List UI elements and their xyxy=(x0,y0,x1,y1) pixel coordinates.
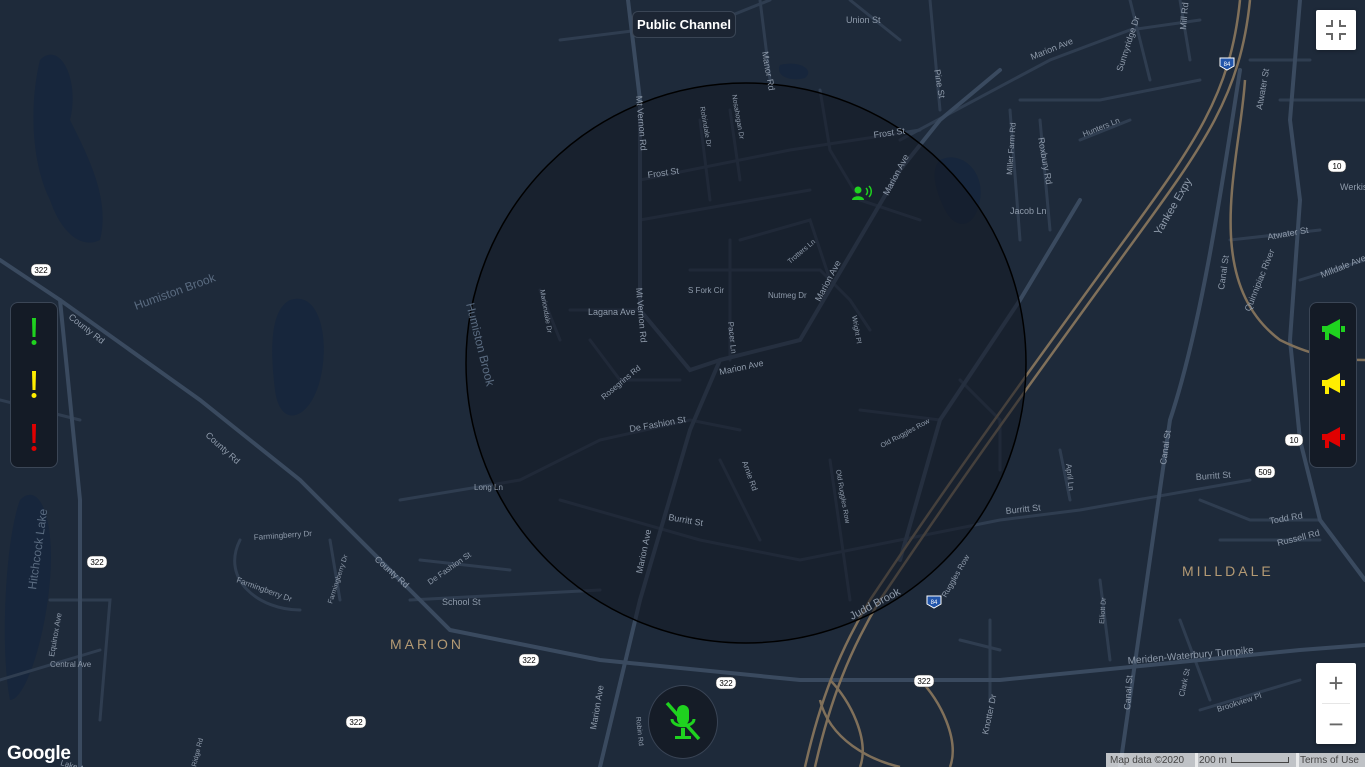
svg-text:Werkis: Werkis xyxy=(1340,182,1365,192)
terms-of-use-link[interactable]: Terms of Use xyxy=(1296,753,1365,767)
exit-fullscreen-icon xyxy=(1326,20,1346,40)
route-shield-322: 322 xyxy=(345,715,367,729)
svg-text:509: 509 xyxy=(1258,468,1272,477)
exclamation-icon xyxy=(31,424,37,451)
route-shield-322: 322 xyxy=(30,263,52,277)
megaphone-icon xyxy=(1322,427,1345,448)
map-canvas[interactable]: Union St Marion Ave Sunnyridge Dr Mill R… xyxy=(0,0,1365,767)
route-shield-10: 10 xyxy=(1327,159,1347,173)
broadcast-green-button[interactable] xyxy=(1319,315,1347,345)
svg-text:Nutmeg Dr: Nutmeg Dr xyxy=(768,291,807,300)
terms-text: Terms of Use xyxy=(1300,754,1359,766)
svg-text:Central Ave: Central Ave xyxy=(50,660,92,669)
microphone-muted-icon xyxy=(665,701,701,741)
svg-text:322: 322 xyxy=(349,718,363,727)
map-data-text: Map data ©2020 xyxy=(1110,754,1185,766)
exclamation-icon xyxy=(31,318,37,345)
svg-text:84: 84 xyxy=(931,600,938,606)
route-shield-322: 322 xyxy=(715,676,737,690)
svg-text:MILLDALE: MILLDALE xyxy=(1182,563,1274,579)
svg-text:Long Ln: Long Ln xyxy=(474,483,503,492)
exclamation-icon xyxy=(31,371,37,398)
svg-text:S Fork Cir: S Fork Cir xyxy=(688,286,724,295)
zoom-in-button[interactable]: + xyxy=(1316,663,1356,703)
plus-icon: + xyxy=(1328,667,1344,698)
alert-red-button[interactable] xyxy=(24,421,44,455)
scale-bar xyxy=(1230,757,1289,763)
svg-text:322: 322 xyxy=(917,677,931,686)
svg-text:322: 322 xyxy=(719,679,733,688)
microphone-toggle-button[interactable] xyxy=(648,685,718,759)
channel-name: Public Channel xyxy=(637,17,731,32)
route-shield-322: 322 xyxy=(913,674,935,688)
svg-text:10: 10 xyxy=(1333,162,1342,171)
route-shield-10: 10 xyxy=(1284,433,1304,447)
svg-text:Union St: Union St xyxy=(846,15,881,25)
svg-text:84: 84 xyxy=(1224,62,1231,68)
svg-text:Jacob Ln: Jacob Ln xyxy=(1010,206,1047,216)
megaphone-icon xyxy=(1322,319,1345,340)
svg-text:School St: School St xyxy=(442,597,481,607)
channel-label[interactable]: Public Channel xyxy=(632,11,736,38)
svg-text:10: 10 xyxy=(1290,436,1299,445)
alert-level-panel xyxy=(10,302,58,468)
svg-text:322: 322 xyxy=(522,656,536,665)
svg-text:MARION: MARION xyxy=(390,636,464,652)
svg-text:322: 322 xyxy=(34,266,48,275)
map-scale[interactable]: 200 m xyxy=(1195,753,1299,767)
exit-fullscreen-button[interactable] xyxy=(1316,10,1356,50)
map-data-attribution[interactable]: Map data ©2020 xyxy=(1106,753,1198,767)
minus-icon: − xyxy=(1328,708,1344,739)
route-shield-322: 322 xyxy=(518,653,540,667)
route-shield-509: 509 xyxy=(1254,465,1276,479)
google-logo[interactable]: Google xyxy=(7,743,71,765)
broadcast-red-button[interactable] xyxy=(1319,423,1347,453)
scale-text: 200 m xyxy=(1199,754,1227,766)
zoom-out-button[interactable]: − xyxy=(1316,704,1356,744)
megaphone-icon xyxy=(1322,373,1345,394)
alert-yellow-button[interactable] xyxy=(24,368,44,402)
broadcast-panel xyxy=(1309,302,1357,468)
route-shield-322: 322 xyxy=(86,555,108,569)
zoom-controls: + − xyxy=(1316,663,1356,744)
svg-text:Lagana Ave: Lagana Ave xyxy=(588,307,635,317)
alert-green-button[interactable] xyxy=(24,315,44,349)
broadcast-yellow-button[interactable] xyxy=(1319,369,1347,399)
svg-text:322: 322 xyxy=(90,558,104,567)
